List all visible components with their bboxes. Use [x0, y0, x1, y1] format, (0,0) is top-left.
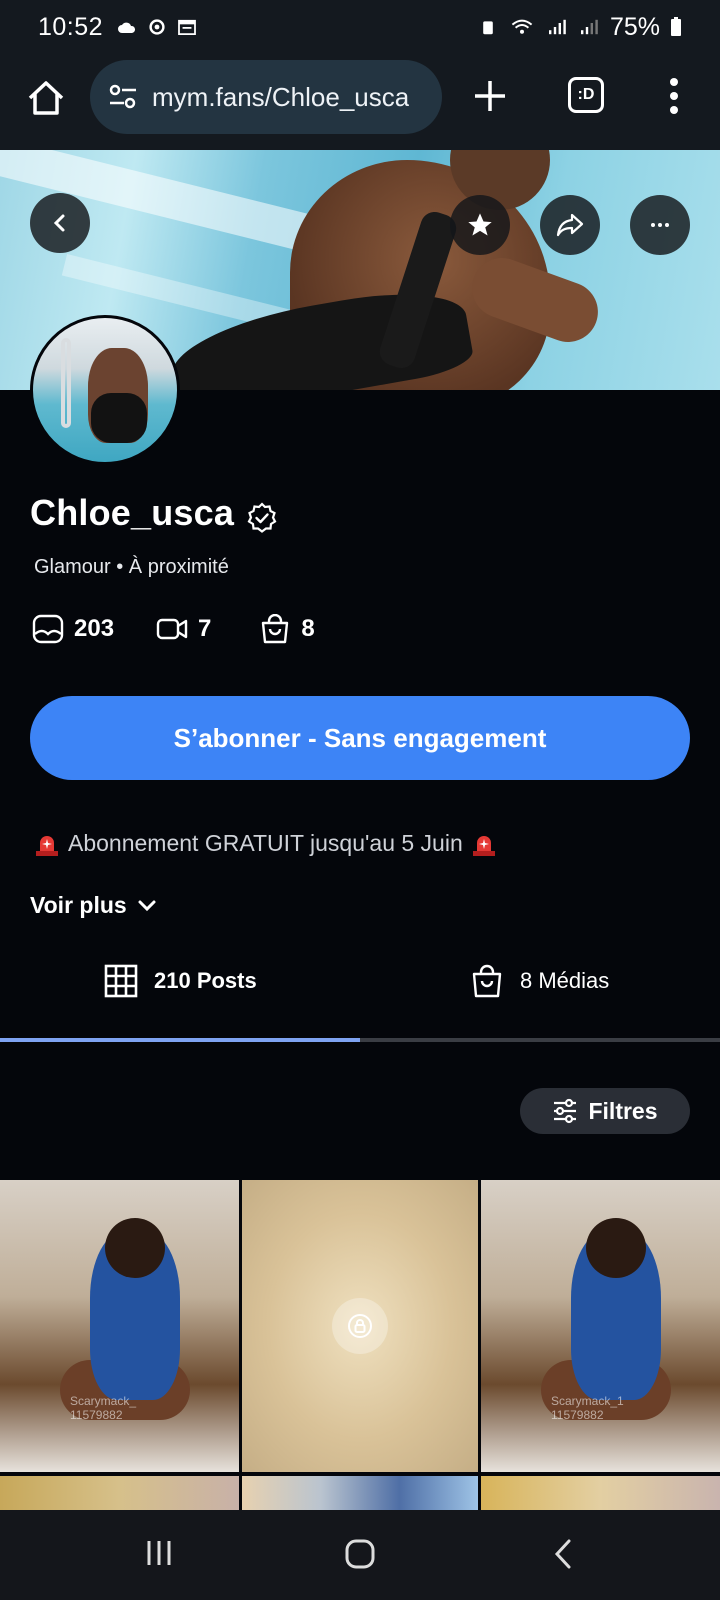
photos-count: 203 — [32, 614, 114, 644]
status-bar: 10:52 75% — [0, 0, 720, 54]
tab-medias-label: 8 Médias — [520, 968, 610, 993]
sliders-icon — [554, 1098, 577, 1124]
back-nav-icon[interactable] — [552, 1538, 574, 1570]
siren-icon-2 — [472, 835, 495, 856]
signal-icon — [548, 19, 566, 35]
more-menu-icon[interactable] — [662, 76, 686, 116]
chevron-down-icon — [138, 900, 156, 911]
products-count-value: 8 — [301, 615, 315, 642]
profile-name: Chloe_usca — [30, 492, 235, 533]
tab-switcher-button[interactable]: :D — [568, 77, 604, 113]
photos-count-value: 203 — [74, 615, 115, 642]
site-settings-icon[interactable] — [108, 83, 138, 111]
home-nav-icon[interactable] — [344, 1538, 376, 1570]
calendar-icon — [178, 19, 196, 35]
content-tabs: 210 Posts 8 Médias — [0, 950, 720, 1040]
watermark-text: Scarymack_ — [70, 1394, 137, 1408]
profile-subtitle: Glamour • À proximité — [34, 556, 229, 578]
cloud-icon — [118, 22, 136, 33]
browser-toolbar: mym.fans/Chloe_usca :D — [0, 54, 720, 150]
tab-switcher-label: :D — [577, 86, 595, 103]
options-button[interactable] — [630, 195, 690, 255]
siren-icon — [36, 835, 58, 856]
system-nav-bar — [0, 1510, 720, 1600]
back-button[interactable] — [30, 193, 90, 253]
see-more-label: Voir plus — [30, 892, 127, 918]
media-thumbnail[interactable] — [0, 1476, 239, 1510]
promo-label: Abonnement GRATUIT jusqu'au 5 Juin — [68, 830, 463, 856]
ellipsis-icon — [651, 223, 669, 227]
battery-percent: 75% — [609, 12, 660, 41]
recycle-icon — [483, 21, 493, 35]
tab-posts[interactable]: 210 Posts — [104, 964, 257, 998]
tab-indicator — [0, 1038, 720, 1042]
wifi-icon — [511, 19, 533, 34]
media-thumbnail[interactable] — [242, 1476, 478, 1510]
url-text: mym.fans/Chloe_usca — [152, 81, 410, 112]
watermark-id: 11579882 — [551, 1408, 604, 1422]
locked-media-thumbnail[interactable] — [242, 1180, 478, 1472]
tab-posts-label: 210 Posts — [154, 968, 257, 993]
profile-stats: 203 7 8 — [32, 614, 315, 644]
lock-badge — [332, 1298, 388, 1354]
media-grid: Scarymack_ 11579882 Scarymack_1 11579882 — [0, 1180, 720, 1510]
filters-button[interactable]: Filtres — [520, 1088, 690, 1134]
watermark-text: Scarymack_1 — [551, 1394, 624, 1408]
new-tab-icon[interactable] — [472, 78, 508, 114]
media-thumbnail[interactable] — [481, 1476, 720, 1510]
favorite-button[interactable] — [450, 195, 510, 255]
media-thumbnail[interactable]: Scarymack_1 11579882 — [481, 1180, 720, 1472]
videos-count: 7 — [156, 614, 211, 644]
lock-icon — [348, 1314, 372, 1338]
verified-badge-icon — [247, 502, 277, 533]
status-time: 10:52 — [38, 12, 104, 41]
avatar[interactable] — [30, 315, 180, 465]
recent-apps-icon[interactable] — [144, 1538, 174, 1568]
tab-medias[interactable]: 8 Médias — [470, 964, 609, 998]
chrome-icon — [149, 19, 165, 35]
video-icon — [156, 618, 188, 640]
promo-text: Abonnement GRATUIT jusqu'au 5 Juin — [34, 830, 497, 857]
products-count: 8 — [259, 614, 315, 644]
subscribe-button[interactable]: S’abonner - Sans engagement — [30, 696, 690, 780]
signal-icon-2 — [580, 19, 598, 35]
share-icon — [556, 213, 584, 237]
filters-label: Filtres — [588, 1097, 658, 1124]
grid-icon — [104, 964, 138, 998]
chevron-left-icon — [53, 214, 65, 232]
share-button[interactable] — [540, 195, 600, 255]
photo-icon — [32, 614, 64, 644]
subscribe-label: S’abonner - Sans engagement — [173, 722, 547, 753]
media-thumbnail[interactable]: Scarymack_ 11579882 — [0, 1180, 239, 1472]
shopping-bag-icon — [262, 614, 289, 644]
address-bar[interactable]: mym.fans/Chloe_usca — [90, 60, 442, 134]
star-icon — [468, 213, 492, 236]
shopping-bag-icon — [472, 964, 502, 998]
videos-count-value: 7 — [198, 615, 212, 642]
see-more-button[interactable]: Voir plus — [30, 892, 157, 919]
watermark-id: 11579882 — [70, 1408, 123, 1422]
home-icon[interactable] — [26, 78, 66, 118]
battery-icon — [671, 17, 681, 36]
